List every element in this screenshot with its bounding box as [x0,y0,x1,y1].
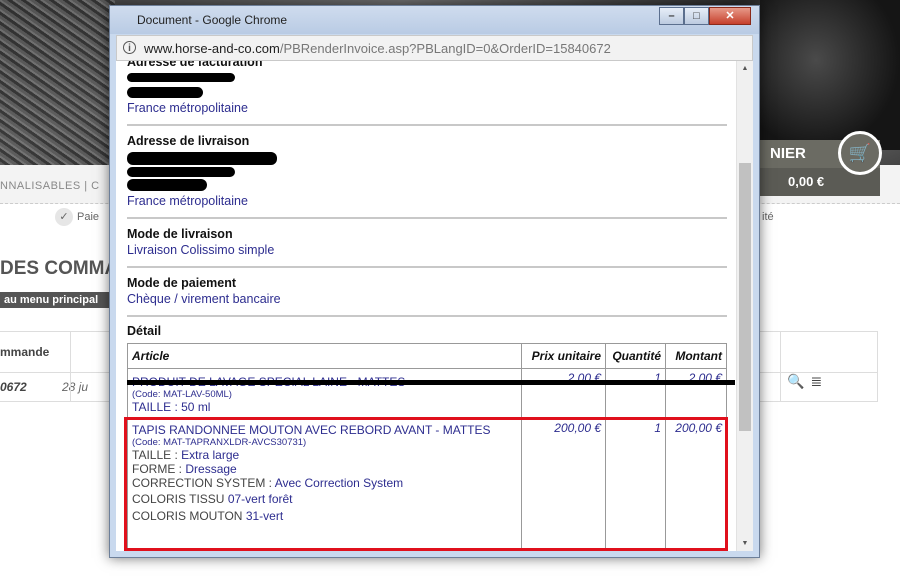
col-amount: Montant [665,343,727,369]
divider [127,315,727,317]
download-icon[interactable]: ≣ [810,373,828,389]
url-host: www.horse-and-co.com [144,41,280,56]
divider [70,332,71,372]
order-number[interactable]: 0672 [0,380,27,394]
item-cell: PRODUIT DE LAVAGE SPECIAL LAINE - MATTES… [126,368,523,419]
col-quantity: Quantité [605,343,666,369]
strikethrough-line [127,380,735,385]
maximize-button[interactable]: □ [684,7,709,25]
divider [127,124,727,126]
url-path: /PBRenderInvoice.asp?PBLangID=0&OrderID=… [279,41,611,56]
quantity: 1 [605,368,666,419]
delivery-mode-value: Livraison Colissimo simple [127,243,275,257]
item-code: (Code: MAT-LAV-50ML) [132,389,232,400]
view-invoice-icon[interactable]: 🔍 [787,373,810,389]
browser-popup-window: Document - Google Chrome – □ ✕ i www.hor… [109,5,760,558]
payment-mode-label: Mode de paiement [127,276,237,290]
detail-label: Détail [127,324,162,338]
main-menu-button[interactable]: au menu principal [0,292,110,308]
item-attr: TAILLE : 50 ml [132,400,211,414]
scrollbar[interactable]: ▲ ▼ [736,61,753,551]
col-unit-price: Prix unitaire [521,343,607,369]
divider [127,266,727,268]
billing-country: France métropolitaine [127,101,248,115]
column-header: mmande [0,345,50,359]
scroll-up-icon[interactable]: ▲ [737,65,753,72]
nav-text[interactable]: NNALISABLES | C [0,180,100,192]
checkout-step: ✓ Paie [55,208,99,226]
checkout-step-right: ité [762,211,774,223]
title-bar[interactable]: Document - Google Chrome – □ ✕ [110,6,759,34]
scroll-down-icon[interactable]: ▼ [737,540,753,547]
fur-texture [0,0,115,165]
shipping-label: Adresse de livraison [127,134,250,148]
invoice-page: Adresse de facturation France métropolit… [116,61,753,551]
amount: 2,00 € [665,368,727,419]
redaction [127,167,235,177]
window-title: Document - Google Chrome [137,13,288,27]
info-icon[interactable]: i [123,41,136,54]
cart-icon[interactable]: 🛒 [838,131,882,175]
scroll-thumb[interactable] [739,163,751,431]
window-controls: – □ ✕ [659,7,751,25]
url-text[interactable]: www.horse-and-co.com/PBRenderInvoice.asp… [144,41,611,56]
divider [780,373,781,401]
redaction [127,73,235,82]
billing-label: Adresse de facturation [127,61,263,69]
col-article: Article [126,343,523,369]
shipping-country: France métropolitaine [127,194,248,208]
close-button[interactable]: ✕ [709,7,751,25]
unit-price: 2,00 € [521,368,607,419]
divider [780,332,781,372]
divider [70,373,71,401]
row-actions: 🔍≣ [787,373,828,390]
step-label: Paie [77,211,100,223]
redaction [127,87,203,98]
redaction [127,152,277,165]
redaction [127,179,207,191]
payment-mode-value: Chèque / virement bancaire [127,292,281,306]
check-icon: ✓ [55,208,73,226]
highlight-box [124,417,728,551]
divider [127,217,727,219]
delivery-mode-label: Mode de livraison [127,227,233,241]
order-date: 28 ju [62,380,89,394]
minimize-button[interactable]: – [659,7,684,25]
table-header-row: Article Prix unitaire Quantité Montant [126,343,727,369]
horse-photo [760,0,900,150]
address-bar[interactable]: i www.horse-and-co.com/PBRenderInvoice.a… [116,35,753,61]
divider [877,332,878,372]
divider [877,373,878,401]
table-row: PRODUIT DE LAVAGE SPECIAL LAINE - MATTES… [126,368,727,419]
